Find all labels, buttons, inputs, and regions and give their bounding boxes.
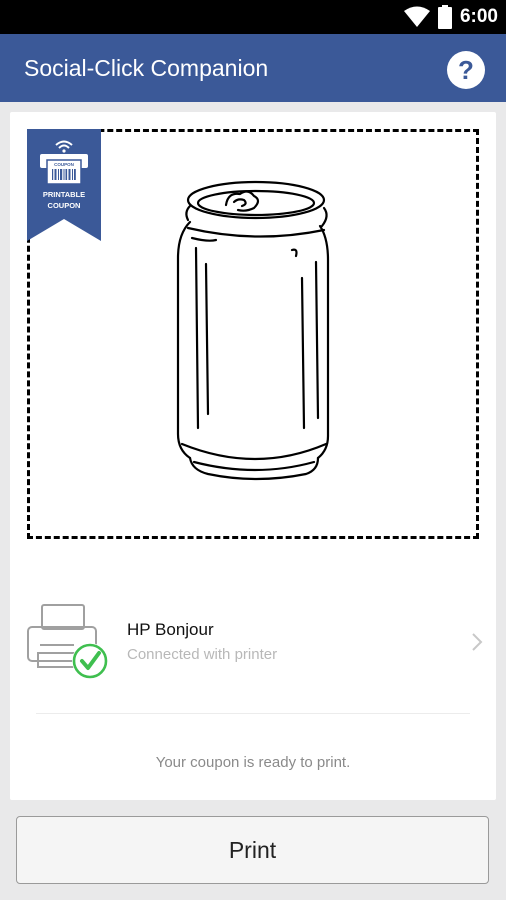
chevron-right-icon[interactable] (470, 631, 484, 653)
printable-coupon-ribbon: COUPON PRINTABLE COUPON (27, 129, 101, 241)
printer-icon (27, 604, 108, 679)
check-circle-icon (72, 643, 108, 679)
wifi-icon (403, 6, 430, 27)
status-bar: 6:00 (0, 0, 506, 34)
divider (36, 713, 470, 714)
clock: 6:00 (459, 6, 498, 27)
soda-can-image (176, 180, 330, 481)
printer-status: Connected with printer (127, 646, 278, 663)
help-icon[interactable]: ? (446, 50, 486, 90)
app-title: Social-Click Companion (24, 55, 269, 81)
svg-text:?: ? (458, 55, 474, 85)
ribbon-coupon-small: COUPON (54, 162, 74, 167)
print-button[interactable]: Print (16, 816, 489, 884)
battery-icon (437, 5, 452, 29)
printer-name: HP Bonjour (127, 620, 214, 639)
ribbon-label-line1: PRINTABLE (43, 190, 85, 199)
ribbon-label-line2: COUPON (48, 201, 81, 210)
ready-message: Your coupon is ready to print. (155, 754, 351, 771)
app-bar: Social-Click Companion (0, 34, 506, 102)
